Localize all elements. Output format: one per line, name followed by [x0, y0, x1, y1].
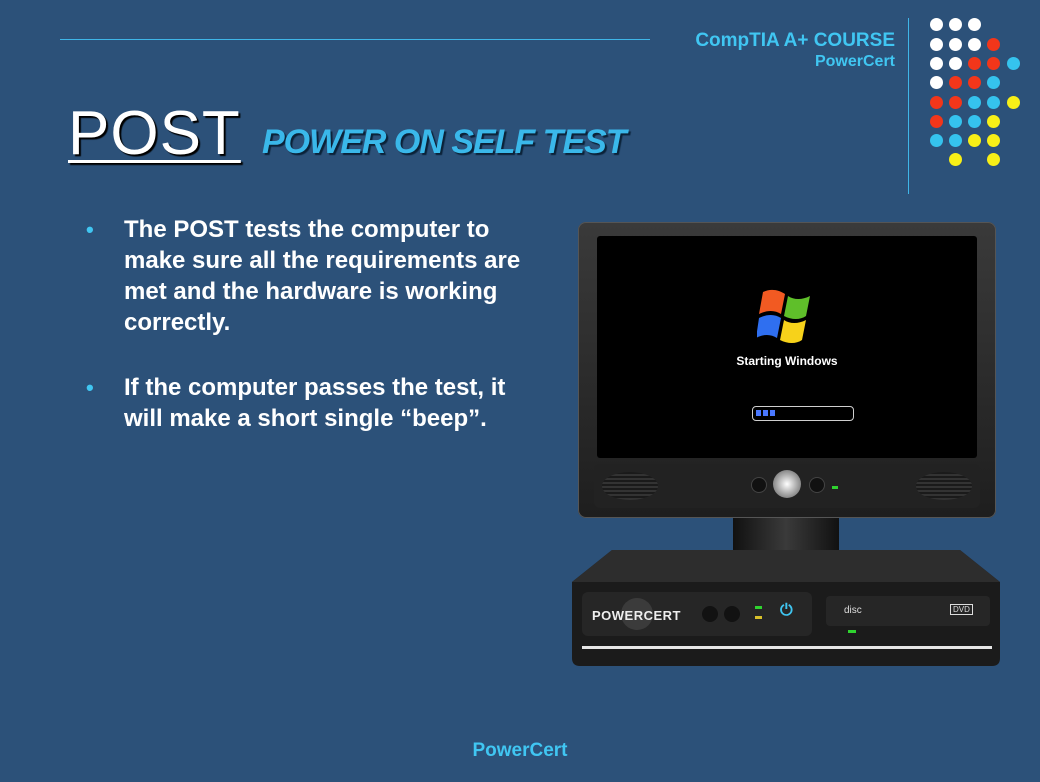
dot — [968, 115, 981, 128]
dot — [930, 134, 943, 147]
monitor-bezel — [594, 464, 980, 508]
dot — [987, 57, 1000, 70]
monitor-illustration: Starting Windows — [578, 222, 996, 518]
knob-left — [752, 478, 766, 492]
dot — [987, 115, 1000, 128]
dot — [968, 76, 981, 89]
dot — [1007, 96, 1020, 109]
dot — [968, 57, 981, 70]
dot — [987, 38, 1000, 51]
top-rule — [60, 39, 650, 40]
bullet-marker: • — [86, 375, 94, 400]
dot — [949, 57, 962, 70]
dot — [968, 38, 981, 51]
dot — [949, 38, 962, 51]
course-header: CompTIA A+ COURSE PowerCert — [695, 30, 895, 72]
dot — [968, 18, 981, 31]
dot — [1007, 57, 1020, 70]
dot — [968, 134, 981, 147]
monitor-led — [832, 486, 838, 489]
desktop-base-unit: POWERCERT ⏻ disc DVD — [572, 548, 1000, 666]
bullet-text: If the computer passes the test, it will… — [124, 374, 506, 432]
dvd-label: DVD — [950, 604, 973, 615]
windows-logo-icon — [757, 289, 810, 343]
dot — [949, 115, 962, 128]
dot — [949, 134, 962, 147]
progress-segment — [763, 410, 768, 416]
bullet-item: • If the computer passes the test, it wi… — [86, 372, 546, 434]
knob-right — [810, 478, 824, 492]
dot — [987, 134, 1000, 147]
dot — [987, 153, 1000, 166]
dot — [949, 18, 962, 31]
dot — [968, 96, 981, 109]
dot — [930, 76, 943, 89]
dot — [949, 76, 962, 89]
course-title: CompTIA A+ COURSE — [695, 30, 895, 51]
bullet-marker: • — [86, 217, 94, 242]
dot — [949, 153, 962, 166]
dot — [930, 18, 943, 31]
bullet-list: • The POST tests the computer to make su… — [86, 214, 546, 468]
speaker-right — [916, 472, 972, 500]
base-brand-label: POWERCERT — [592, 608, 681, 623]
bullet-item: • The POST tests the computer to make su… — [86, 214, 546, 338]
starting-windows-text: Starting Windows — [736, 354, 838, 368]
monitor-screen: Starting Windows — [597, 236, 977, 458]
header-brand: PowerCert — [814, 53, 895, 70]
power-icon: ⏻ — [780, 602, 793, 619]
speaker-left — [602, 472, 658, 500]
boot-progress-bar — [752, 406, 854, 421]
dot — [930, 115, 943, 128]
dot — [930, 57, 943, 70]
dot — [987, 96, 1000, 109]
dot — [987, 76, 1000, 89]
bullet-text: The POST tests the computer to make sure… — [124, 216, 521, 336]
slide-title: POST — [68, 99, 241, 168]
disc-label: disc — [844, 605, 862, 616]
footer-brand: PowerCert — [472, 740, 568, 761]
dot — [949, 96, 962, 109]
dot — [930, 38, 943, 51]
progress-segment — [770, 410, 775, 416]
monitor-power-button — [773, 470, 801, 498]
progress-segment — [756, 410, 761, 416]
slide-subtitle: POWER ON SELF TEST — [262, 123, 627, 161]
dot — [930, 96, 943, 109]
vertical-rule — [908, 18, 909, 194]
